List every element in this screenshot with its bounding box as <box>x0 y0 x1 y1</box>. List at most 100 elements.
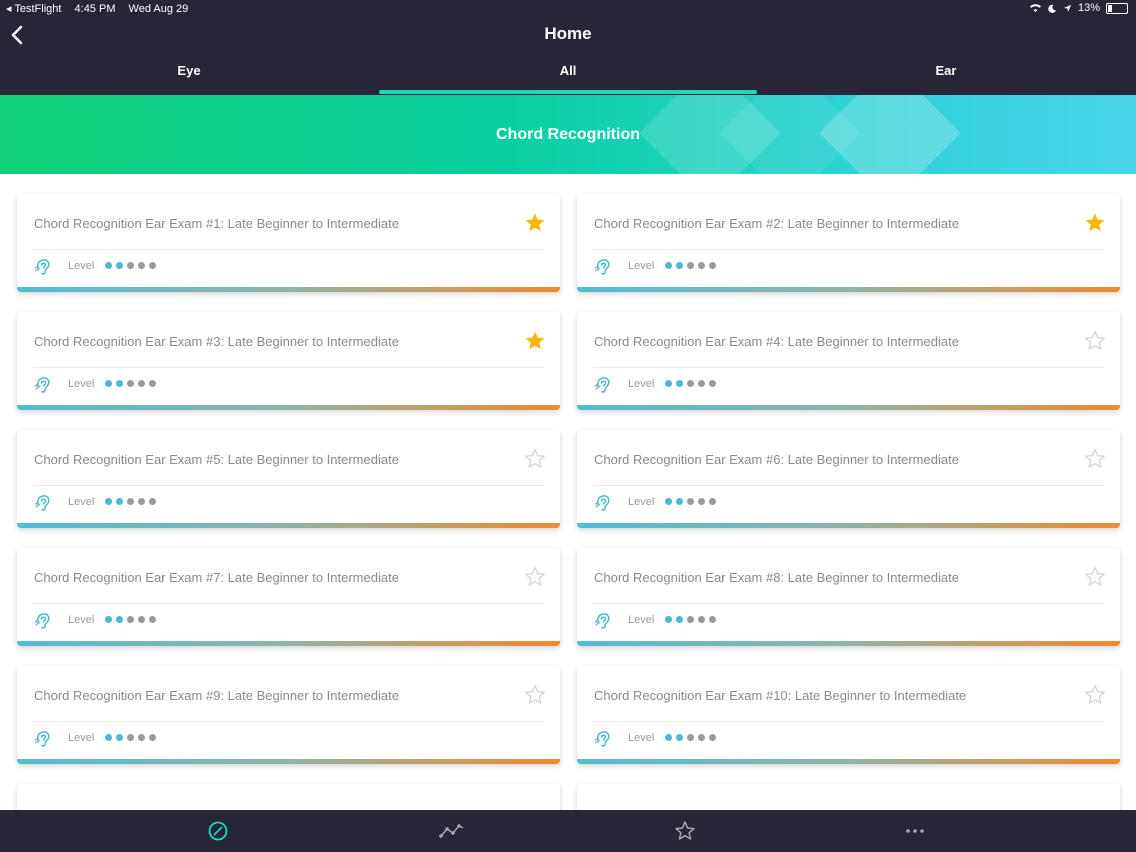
favorite-star-icon[interactable] <box>1084 212 1106 234</box>
exam-title: Chord Recognition Ear Exam #10: Late Beg… <box>594 688 967 703</box>
exam-card[interactable]: Chord Recognition Ear Exam #6: Late Begi… <box>577 430 1120 528</box>
level-dot <box>149 734 156 741</box>
card-accent-bar <box>577 759 1120 764</box>
ear-icon <box>594 613 610 629</box>
ear-icon <box>34 495 50 511</box>
card-divider <box>593 721 1104 722</box>
level-dot <box>105 498 112 505</box>
favorite-star-icon[interactable] <box>1084 566 1106 588</box>
wifi-icon <box>1029 4 1041 12</box>
exam-card[interactable]: Chord Recognition Ear Exam #3: Late Begi… <box>17 312 560 410</box>
card-accent-bar <box>17 287 560 292</box>
ear-icon <box>34 259 50 275</box>
favorite-star-icon[interactable] <box>524 448 546 470</box>
card-accent-bar <box>17 641 560 646</box>
exam-card[interactable]: Chord Recognition Ear Exam #9: Late Begi… <box>17 666 560 764</box>
exam-card[interactable]: Chord Recognition Ear Exam #2: Late Begi… <box>577 194 1120 292</box>
level-dot <box>127 380 134 387</box>
level-label: Level <box>68 378 95 390</box>
level-label: Level <box>628 378 655 390</box>
more-icon[interactable] <box>902 820 928 842</box>
favorite-star-icon[interactable] <box>524 684 546 706</box>
level-dot <box>127 734 134 741</box>
level-dot <box>105 616 112 623</box>
level-dot <box>665 380 672 387</box>
ear-icon <box>34 377 50 393</box>
card-accent-bar <box>17 405 560 410</box>
level-dot <box>127 262 134 269</box>
card-accent-bar <box>17 759 560 764</box>
level-dot <box>127 498 134 505</box>
card-divider <box>593 485 1104 486</box>
tab-ear[interactable]: Ear <box>757 58 1135 95</box>
exam-card[interactable]: Chord Recognition Ear Exam #1: Late Begi… <box>17 194 560 292</box>
exam-card[interactable]: Chord Recognition Ear Exam #5: Late Begi… <box>17 430 560 528</box>
banner-title: Chord Recognition <box>496 126 640 143</box>
favorite-star-icon[interactable] <box>1084 330 1106 352</box>
level-dots <box>665 262 716 269</box>
card-divider <box>593 367 1104 368</box>
level-label: Level <box>68 496 95 508</box>
level-dot <box>709 734 716 741</box>
exam-card[interactable]: Chord Recognition Ear Exam #4: Late Begi… <box>577 312 1120 410</box>
level-dots <box>105 616 156 623</box>
level-dot <box>138 616 145 623</box>
level-label: Level <box>628 496 655 508</box>
level-dot <box>665 498 672 505</box>
level-dots <box>665 380 716 387</box>
ear-icon <box>34 731 50 747</box>
level-dot <box>665 616 672 623</box>
exam-title: Chord Recognition Ear Exam #6: Late Begi… <box>594 452 959 467</box>
status-date: Wed Aug 29 <box>128 3 189 15</box>
exam-title: Chord Recognition Ear Exam #5: Late Begi… <box>34 452 399 467</box>
exam-card-partial[interactable] <box>577 784 1120 810</box>
level-dot <box>698 498 705 505</box>
exam-card-partial[interactable] <box>17 784 560 810</box>
stats-icon[interactable] <box>439 820 465 842</box>
card-divider <box>33 249 544 250</box>
bottom-tab-bar <box>0 810 1136 852</box>
level-dot <box>709 498 716 505</box>
card-divider <box>33 367 544 368</box>
moon-icon <box>1048 4 1057 13</box>
level-dot <box>676 380 683 387</box>
level-dot <box>149 380 156 387</box>
exam-card[interactable]: Chord Recognition Ear Exam #7: Late Begi… <box>17 548 560 646</box>
category-banner: Chord Recognition <box>0 95 1136 174</box>
favorite-star-icon[interactable] <box>524 566 546 588</box>
card-divider <box>593 603 1104 604</box>
level-dot <box>709 380 716 387</box>
tab-eye[interactable]: Eye <box>0 58 378 95</box>
exam-title: Chord Recognition Ear Exam #2: Late Begi… <box>594 216 959 231</box>
level-dots <box>105 262 156 269</box>
exam-card[interactable]: Chord Recognition Ear Exam #8: Late Begi… <box>577 548 1120 646</box>
card-divider <box>33 603 544 604</box>
exam-title: Chord Recognition Ear Exam #4: Late Begi… <box>594 334 959 349</box>
level-label: Level <box>628 614 655 626</box>
level-dot <box>138 498 145 505</box>
level-dot <box>138 262 145 269</box>
level-dot <box>149 616 156 623</box>
compass-icon[interactable] <box>205 820 231 842</box>
battery-icon <box>1106 2 1128 14</box>
level-dot <box>116 734 123 741</box>
level-dot <box>676 498 683 505</box>
favorite-star-icon[interactable] <box>524 212 546 234</box>
ear-icon <box>594 495 610 511</box>
level-dot <box>687 498 694 505</box>
level-dot <box>116 380 123 387</box>
status-carrier[interactable]: ◂ TestFlight <box>6 3 61 15</box>
favorite-star-icon[interactable] <box>524 330 546 352</box>
favorite-star-icon[interactable] <box>1084 448 1106 470</box>
exam-card[interactable]: Chord Recognition Ear Exam #10: Late Beg… <box>577 666 1120 764</box>
exam-title: Chord Recognition Ear Exam #3: Late Begi… <box>34 334 399 349</box>
card-accent-bar <box>577 523 1120 528</box>
level-dot <box>116 498 123 505</box>
star-icon[interactable] <box>672 820 698 842</box>
favorite-star-icon[interactable] <box>1084 684 1106 706</box>
exam-title: Chord Recognition Ear Exam #7: Late Begi… <box>34 570 399 585</box>
level-dot <box>709 262 716 269</box>
ear-icon <box>594 731 610 747</box>
level-dot <box>105 734 112 741</box>
level-label: Level <box>68 614 95 626</box>
